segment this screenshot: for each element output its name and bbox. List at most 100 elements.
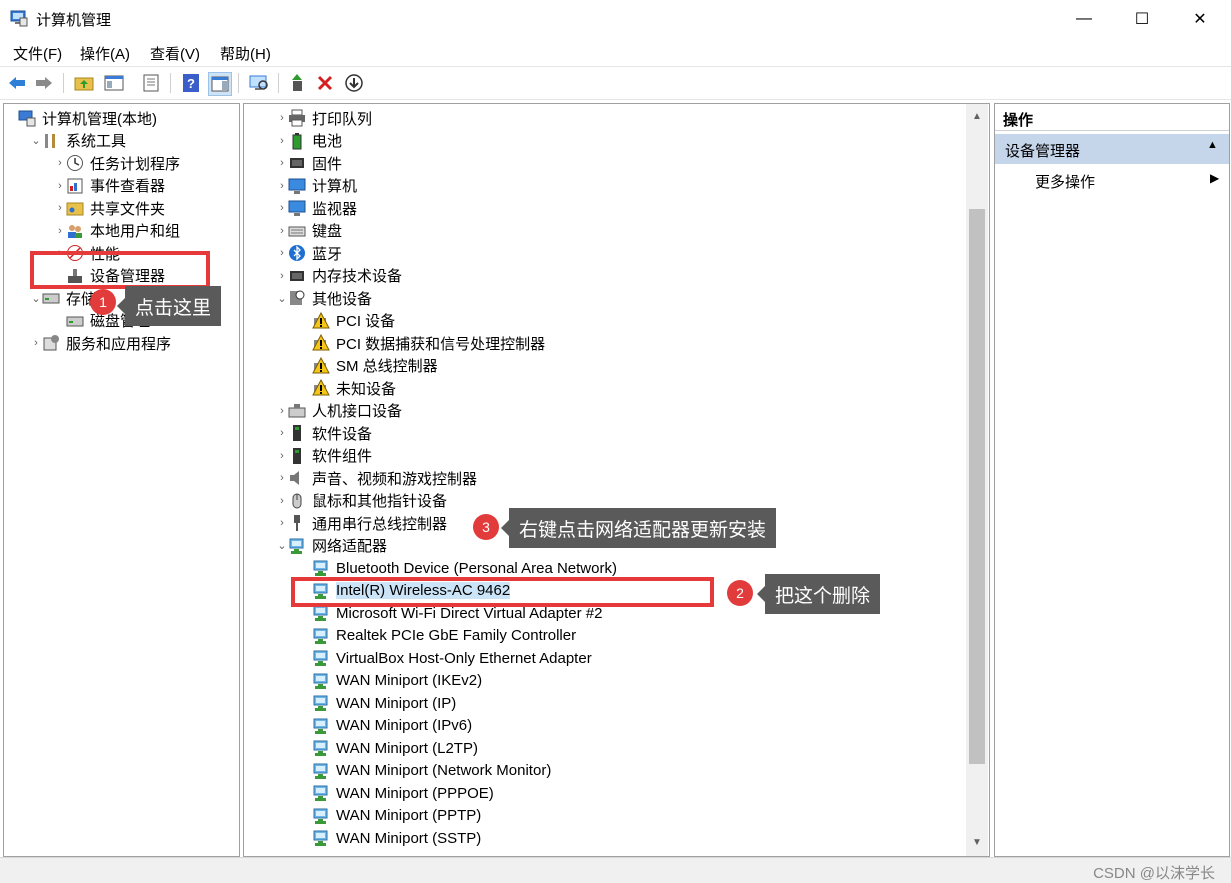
actions-section-device-manager[interactable]: 设备管理器 ▲ bbox=[995, 134, 1229, 164]
collapsed-chevron-icon[interactable]: › bbox=[276, 405, 288, 417]
collapsed-chevron-icon[interactable]: › bbox=[276, 180, 288, 192]
device-tree-item[interactable]: WAN Miniport (Network Monitor) bbox=[300, 760, 551, 782]
device-tree-item[interactable]: › 软件组件 bbox=[276, 445, 372, 467]
network-adapter-icon bbox=[312, 559, 330, 577]
device-tree-item[interactable]: › 键盘 bbox=[276, 220, 342, 242]
device-tree-item[interactable]: WAN Miniport (SSTP) bbox=[300, 827, 481, 849]
actions-pane: 操作 设备管理器 ▲ 更多操作 ▶ bbox=[994, 103, 1230, 857]
console-tree-item[interactable]: › 本地用户和组 bbox=[54, 220, 180, 242]
expand-chevron-icon[interactable]: ⌄ bbox=[276, 292, 288, 305]
device-tree-item[interactable]: Bluetooth Device (Personal Area Network) bbox=[300, 557, 617, 579]
device-tree-item[interactable]: PCI 数据捕获和信号处理控制器 bbox=[300, 332, 545, 354]
collapsed-chevron-icon[interactable]: › bbox=[276, 157, 288, 169]
menu-action[interactable]: 操作(A) bbox=[80, 43, 130, 64]
device-tree-item[interactable]: VirtualBox Host-Only Ethernet Adapter bbox=[300, 647, 592, 669]
close-button[interactable]: ✕ bbox=[1171, 0, 1229, 38]
device-tree-item[interactable]: WAN Miniport (PPPOE) bbox=[300, 782, 494, 804]
device-tree-item[interactable]: › 鼠标和其他指针设备 bbox=[276, 490, 447, 512]
update-driver-button[interactable] bbox=[287, 72, 309, 94]
device-tree-item[interactable]: ⌄ 网络适配器 bbox=[276, 535, 387, 557]
collapsed-chevron-icon[interactable]: › bbox=[276, 450, 288, 462]
tree-item-label: Bluetooth Device (Personal Area Network) bbox=[336, 559, 617, 577]
collapsed-chevron-icon[interactable]: › bbox=[276, 135, 288, 147]
collapsed-chevron-icon[interactable]: › bbox=[276, 202, 288, 214]
show-hide-tree-button[interactable] bbox=[103, 72, 125, 94]
collapsed-chevron-icon[interactable]: › bbox=[54, 202, 66, 214]
device-tree-item[interactable]: › 内存技术设备 bbox=[276, 265, 402, 287]
device-tree-item[interactable]: SM 总线控制器 bbox=[300, 355, 438, 377]
console-tree-item[interactable]: 计算机管理(本地) bbox=[6, 107, 157, 129]
tree-item-label: 其他设备 bbox=[312, 290, 373, 308]
collapsed-chevron-icon[interactable]: › bbox=[54, 157, 66, 169]
device-tree-item[interactable]: WAN Miniport (IPv6) bbox=[300, 715, 472, 737]
monitor-icon bbox=[288, 199, 306, 217]
collapsed-chevron-icon[interactable]: › bbox=[276, 112, 288, 124]
device-tree-item[interactable]: › 通用串行总线控制器 bbox=[276, 512, 447, 534]
collapsed-chevron-icon[interactable]: › bbox=[30, 337, 42, 349]
collapsed-chevron-icon[interactable]: › bbox=[276, 270, 288, 282]
console-tree-item[interactable]: › 事件查看器 bbox=[54, 175, 165, 197]
tree-item-label: 打印队列 bbox=[312, 110, 373, 128]
tree-item-label: 固件 bbox=[312, 155, 343, 173]
expand-chevron-icon[interactable]: ⌄ bbox=[30, 134, 42, 147]
device-tree-item[interactable]: WAN Miniport (IKEv2) bbox=[300, 670, 482, 692]
forward-button[interactable] bbox=[33, 72, 55, 94]
device-tree-item[interactable]: Realtek PCIe GbE Family Controller bbox=[300, 625, 576, 647]
tree-item-label: 软件设备 bbox=[312, 425, 373, 443]
menu-file[interactable]: 文件(F) bbox=[13, 43, 62, 64]
tree-item-label: 服务和应用程序 bbox=[66, 335, 172, 353]
menu-help[interactable]: 帮助(H) bbox=[220, 43, 271, 64]
scroll-down-icon[interactable]: ▼ bbox=[966, 832, 988, 852]
device-tree-item[interactable]: › 蓝牙 bbox=[276, 242, 342, 264]
up-folder-button[interactable] bbox=[73, 72, 95, 94]
scroll-up-icon[interactable]: ▲ bbox=[966, 106, 988, 126]
device-tree-item[interactable]: › 计算机 bbox=[276, 175, 357, 197]
device-tree-item[interactable]: ⌄ 其他设备 bbox=[276, 287, 372, 309]
collapsed-chevron-icon[interactable]: › bbox=[276, 225, 288, 237]
collapsed-chevron-icon[interactable]: › bbox=[54, 225, 66, 237]
scan-hardware-button[interactable] bbox=[248, 72, 270, 94]
device-tree-item[interactable]: WAN Miniport (PPTP) bbox=[300, 805, 481, 827]
device-tree-item[interactable]: PCI 设备 bbox=[300, 310, 395, 332]
device-tree-item[interactable]: › 固件 bbox=[276, 152, 342, 174]
collapsed-chevron-icon[interactable]: › bbox=[276, 427, 288, 439]
tree-item-label: 软件组件 bbox=[312, 448, 373, 465]
device-tree-item[interactable]: › 人机接口设备 bbox=[276, 400, 402, 422]
properties-button[interactable] bbox=[140, 72, 162, 94]
back-button[interactable] bbox=[6, 72, 28, 94]
expand-chevron-icon[interactable]: ⌄ bbox=[30, 292, 42, 305]
device-tree-item[interactable]: › 打印队列 bbox=[276, 107, 372, 129]
console-tree-item[interactable]: › 服务和应用程序 bbox=[30, 332, 171, 354]
device-tree-item[interactable]: 未知设备 bbox=[300, 377, 396, 399]
console-tree-item[interactable]: › 共享文件夹 bbox=[54, 197, 165, 219]
device-tree-item[interactable]: › 软件设备 bbox=[276, 422, 372, 444]
minimize-button[interactable]: — bbox=[1055, 0, 1113, 38]
console-tree-item[interactable]: ⌄ 存储 bbox=[30, 287, 96, 309]
network-adapter-icon bbox=[312, 829, 330, 847]
console-tree-item[interactable]: › 任务计划程序 bbox=[54, 152, 180, 174]
watermark: CSDN @以沫学长 bbox=[1093, 865, 1215, 882]
collapsed-chevron-icon[interactable]: › bbox=[276, 495, 288, 507]
uninstall-button[interactable] bbox=[314, 72, 336, 94]
device-tree-item[interactable]: WAN Miniport (IP) bbox=[300, 692, 456, 714]
maximize-button[interactable]: ☐ bbox=[1113, 0, 1171, 38]
collapsed-chevron-icon[interactable]: › bbox=[276, 247, 288, 259]
help-button[interactable]: ? bbox=[180, 72, 202, 94]
warning-device-icon bbox=[312, 334, 330, 352]
console-tree-item[interactable]: ⌄ 系统工具 bbox=[30, 130, 126, 152]
network-adapter-icon bbox=[312, 807, 330, 825]
more-actions-link[interactable]: 更多操作 bbox=[1035, 171, 1095, 192]
device-tree-item[interactable]: › 监视器 bbox=[276, 197, 357, 219]
collapsed-chevron-icon[interactable]: › bbox=[276, 472, 288, 484]
disable-device-button[interactable] bbox=[343, 72, 365, 94]
device-tree-item[interactable]: › 电池 bbox=[276, 130, 342, 152]
collapsed-chevron-icon[interactable]: › bbox=[276, 517, 288, 529]
menu-view[interactable]: 查看(V) bbox=[150, 43, 200, 64]
action-pane-button[interactable] bbox=[208, 72, 232, 96]
scroll-thumb[interactable] bbox=[969, 209, 985, 764]
device-tree-item[interactable]: › 声音、视频和游戏控制器 bbox=[276, 467, 477, 489]
collapsed-chevron-icon[interactable]: › bbox=[54, 180, 66, 192]
expand-chevron-icon[interactable]: ⌄ bbox=[276, 539, 288, 552]
vertical-scrollbar[interactable]: ▲ ▼ bbox=[966, 104, 988, 856]
device-tree-item[interactable]: WAN Miniport (L2TP) bbox=[300, 737, 478, 759]
